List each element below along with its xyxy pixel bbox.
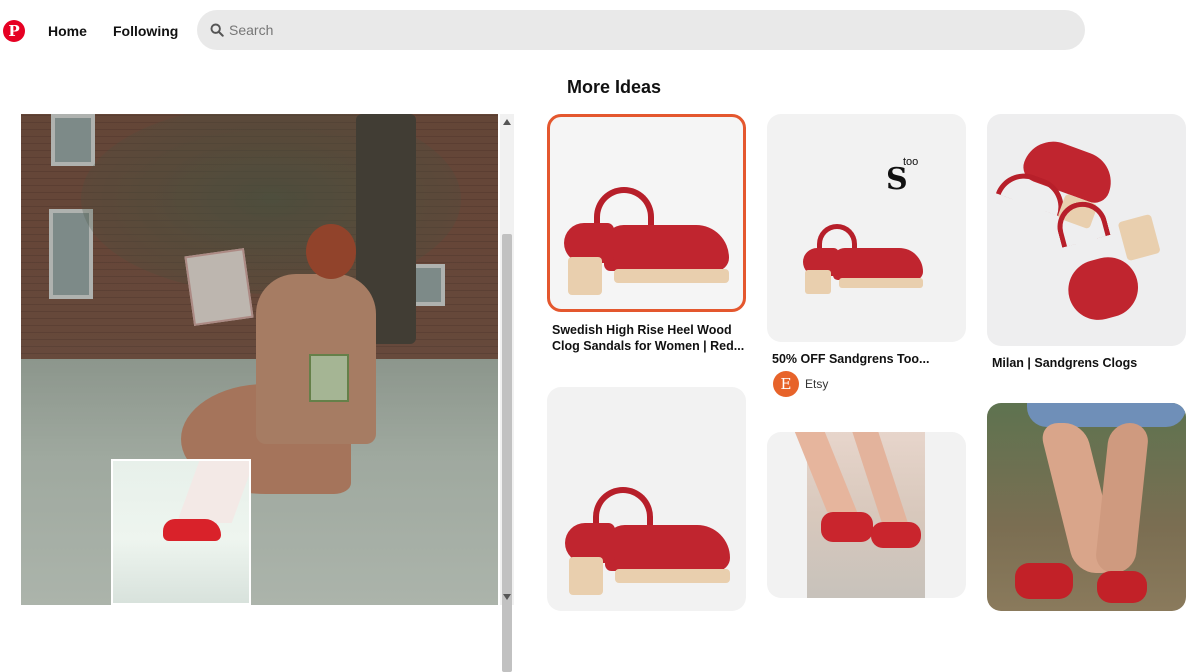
visual-search-crop-box[interactable] [111, 459, 251, 605]
crop-red-shoe [163, 519, 221, 541]
pin-card-image[interactable] [987, 403, 1186, 611]
red-shoe [1097, 571, 1147, 603]
pin-title-line: Swedish High Rise Heel Wood [552, 323, 732, 337]
scroll-down-icon[interactable] [503, 594, 511, 600]
photo-inset [794, 432, 925, 598]
pin-card-image[interactable] [547, 114, 746, 312]
leg [1094, 423, 1150, 573]
dim-overlay [21, 114, 498, 605]
pin-card-image[interactable] [547, 387, 746, 611]
sandgrens-too-logo-text: too [903, 156, 919, 168]
red-clog-sandal [803, 224, 923, 294]
scroll-up-icon[interactable] [503, 119, 511, 125]
pin-source-name[interactable]: Etsy [805, 377, 828, 391]
leg [794, 432, 858, 512]
etsy-avatar[interactable]: E [773, 371, 799, 397]
search-icon [210, 23, 224, 37]
nav-home-link[interactable]: Home [48, 23, 87, 39]
image-scrollbar[interactable] [500, 114, 514, 672]
main-pin-image[interactable] [21, 114, 498, 605]
pin-card-image[interactable] [987, 114, 1186, 346]
pinterest-logo-icon[interactable]: P [3, 20, 25, 42]
pin-title[interactable]: 50% OFF Sandgrens Too... [772, 351, 967, 367]
pin-card-image[interactable] [767, 114, 966, 342]
pin-card-image[interactable] [767, 432, 966, 598]
pin-title-line: Clog Sandals for Women | Red... [552, 339, 745, 353]
scroll-thumb[interactable] [502, 234, 512, 672]
section-title: More Ideas [567, 77, 662, 97]
red-clog-sandal [564, 187, 734, 297]
search-input[interactable] [229, 10, 1069, 50]
red-shoe [1015, 563, 1073, 599]
crop-handle-top-right[interactable] [241, 461, 249, 469]
top-nav: P Home Following [0, 0, 1200, 62]
search-bar[interactable] [197, 10, 1085, 50]
red-shoe [821, 512, 873, 542]
leg [852, 432, 908, 522]
crop-handle-top-left[interactable] [113, 461, 121, 469]
nav-following-link[interactable]: Following [113, 23, 178, 39]
red-shoe [871, 522, 921, 548]
crop-leg [176, 461, 249, 523]
pin-title[interactable]: Swedish High Rise Heel Wood Clog Sandals… [552, 322, 752, 354]
red-clog-sandal [565, 487, 735, 597]
pin-title[interactable]: Milan | Sandgrens Clogs [992, 355, 1187, 371]
